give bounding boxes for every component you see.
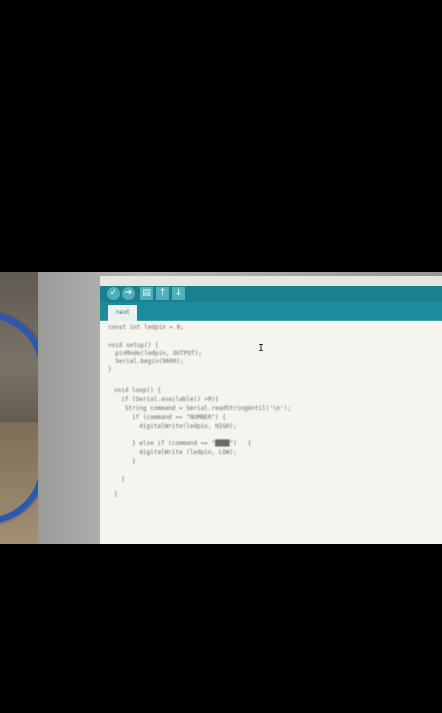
- photo-frame: ✓ ➜ ▤ ↑ ↓ next const int ledpin = 8; voi…: [0, 272, 442, 544]
- code-editor[interactable]: const int ledpin = 8; void setup() { pin…: [100, 321, 442, 544]
- code-line-1: const int ledpin = 8;: [108, 324, 184, 331]
- save-file-icon[interactable]: ↓: [172, 287, 185, 300]
- arduino-ide-window: ✓ ➜ ▤ ↑ ↓ next const int ledpin = 8; voi…: [100, 276, 442, 544]
- new-file-icon[interactable]: ▤: [140, 287, 153, 300]
- code-line-9: if (Serial.available() >0){: [114, 396, 219, 403]
- code-line-10: String command = Serial.readStringUntil(…: [114, 405, 292, 412]
- verify-icon[interactable]: ✓: [107, 287, 120, 300]
- code-line-16: }: [114, 458, 136, 465]
- open-file-icon[interactable]: ↑: [156, 287, 169, 300]
- code-line-5: Serial.begin(9600);: [108, 358, 184, 365]
- code-line-8: void loop() {: [114, 387, 161, 394]
- code-line-14: } else if (command == "████") {: [114, 440, 252, 447]
- upload-icon[interactable]: ➜: [122, 287, 135, 300]
- code-line-6: }: [108, 366, 112, 373]
- code-line-18: }: [114, 491, 118, 498]
- code-line-17: }: [114, 476, 125, 483]
- tab-sketch[interactable]: next: [108, 305, 138, 321]
- ide-toolbar: ✓ ➜ ▤ ↑ ↓: [100, 286, 442, 302]
- code-line-3: void setup() {: [108, 342, 159, 349]
- code-line-11: if (command == "NUMBER") {: [114, 414, 226, 421]
- tab-bar: next: [100, 302, 442, 321]
- code-line-12: digitalWrite(ledpin, HIGH);: [114, 423, 237, 430]
- code-line-4: pinMode(ledpin, OUTPUT);: [108, 350, 202, 357]
- text-cursor-icon: I: [258, 343, 265, 354]
- code-line-15: digitalWrite (ledpin, LOW);: [114, 449, 237, 456]
